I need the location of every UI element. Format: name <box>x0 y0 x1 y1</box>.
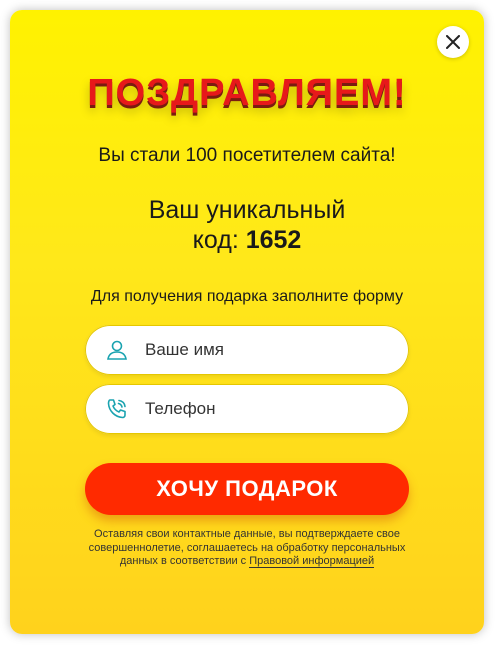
popup-subtitle: Вы стали 100 посетителем сайта! <box>98 145 396 166</box>
close-button[interactable] <box>437 26 469 58</box>
form-hint: Для получения подарка заполните форму <box>90 288 404 305</box>
legal-info-link[interactable]: Правовой информацией <box>249 555 375 568</box>
code-value: 1652 <box>245 226 302 254</box>
code-line1: Ваш уникальный <box>148 196 346 224</box>
name-placeholder: Ваше имя <box>145 340 224 359</box>
code-line2: код: 1652 <box>10 225 484 255</box>
name-field[interactable]: Ваше имя <box>85 325 409 375</box>
phone-icon <box>103 395 131 423</box>
phone-placeholder: Телефон <box>145 399 216 418</box>
gift-popup: ПОЗДРАВЛЯЕМ! Вы стали 100 посетителем са… <box>10 10 484 634</box>
legal-notice: Оставляя свои контактные данные, вы подт… <box>87 528 407 569</box>
code-prefix: код: <box>192 226 239 254</box>
phone-field[interactable]: Телефон <box>85 384 409 434</box>
user-icon <box>103 336 131 364</box>
submit-button[interactable]: ХОЧУ ПОДАРОК <box>85 463 409 515</box>
popup-title: ПОЗДРАВЛЯЕМ! <box>87 72 407 114</box>
close-icon <box>446 35 460 49</box>
unique-code-block: Ваш уникальный код: 1652 <box>10 195 484 255</box>
